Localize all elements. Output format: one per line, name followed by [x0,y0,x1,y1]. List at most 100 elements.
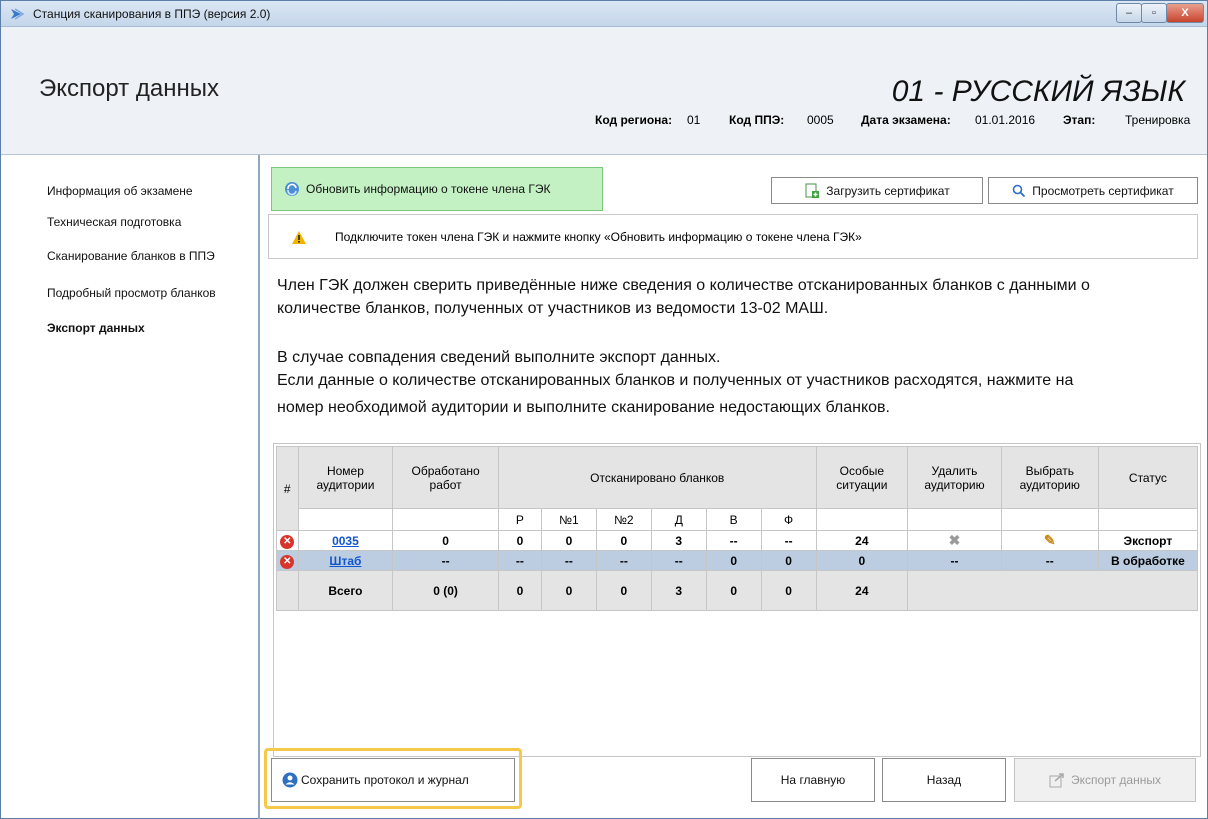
room-link[interactable]: Штаб [297,550,394,571]
sidebar-item-exam-info[interactable]: Информация об экзамене [47,184,193,198]
n2-cell: 0 [595,530,652,551]
col-processed-header: Обработано работ [392,446,499,509]
v-cell: 0 [705,550,762,571]
sub-header-n1: №1 [540,508,597,531]
back-button[interactable]: Назад [882,758,1006,802]
select-cell: -- [1000,550,1099,571]
sub-header-d: Д [650,508,707,531]
error-status-icon: ✕ [276,550,299,571]
date-label: Дата экзамена: [861,113,951,127]
col-status-header: Статус [1097,446,1199,509]
minimize-icon: – [1125,7,1133,19]
delete-cell: -- [907,550,1002,571]
total-special: 24 [815,570,909,611]
total-n2: 0 [595,570,652,611]
add-document-icon [805,183,820,198]
sub-header-v: В [705,508,762,531]
home-label: На главную [780,773,846,787]
f-cell: -- [760,530,817,551]
date-value: 01.01.2016 [975,113,1036,127]
maximize-icon: ▫ [1152,7,1156,19]
n2-cell: -- [595,550,652,571]
refresh-token-button[interactable]: Обновить информацию о токене члена ГЭК [271,167,603,211]
warning-icon [292,231,306,244]
sub-header-f: Ф [760,508,817,531]
refresh-icon [285,182,299,196]
sub-empty [815,508,909,531]
app-window: Станция сканирования в ППЭ (версия 2.0) … [0,0,1208,819]
instruction-line-1: Член ГЭК должен сверить приведённые ниже… [277,277,1090,294]
col-room-header: Номер аудитории [297,446,394,509]
save-protocol-label: Сохранить протокол и журнал [301,773,469,787]
page-title: Экспорт данных [39,75,219,102]
sub-empty [1097,508,1199,531]
header: Экспорт данных 01 - РУССКИЙ ЯЗЫК Код рег… [1,27,1207,155]
total-n1: 0 [540,570,597,611]
close-button[interactable]: X [1166,3,1204,23]
sidebar-item-export[interactable]: Экспорт данных [47,321,145,335]
sidebar-divider [258,155,260,819]
sub-header-r: Р [497,508,542,531]
status-cell: Экспорт [1097,530,1199,551]
sidebar-item-detailed-view[interactable]: Подробный просмотр бланков [47,286,216,300]
table-row: ✕ 0035 0 0 0 0 3 -- -- 24 ✖ ✎ Экспорт [276,530,1199,551]
processed-cell: 0 [392,530,499,551]
region-value: 01 [687,113,701,127]
export-icon [1049,773,1064,788]
total-r: 0 [497,570,542,611]
select-room-icon[interactable]: ✎ [1000,530,1099,551]
n1-cell: 0 [540,530,597,551]
status-cell: В обработке [1097,550,1199,571]
search-icon [1012,184,1026,197]
instruction-line-3: В случае совпадения сведений выполните э… [277,349,721,366]
instruction-line-4: Если данные о количестве отсканированных… [277,372,1074,389]
total-f: 0 [760,570,817,611]
view-certificate-label: Просмотреть сертификат [1032,183,1174,198]
window-title: Станция сканирования в ППЭ (версия 2.0) [33,7,271,21]
ppe-label: Код ППЭ: [729,113,785,127]
user-icon [282,772,298,788]
r-cell: -- [497,550,542,571]
room-link[interactable]: 0035 [297,530,394,551]
stage-value: Тренировка [1125,113,1191,127]
save-protocol-button[interactable]: Сохранить протокол и журнал [271,758,515,802]
ppe-value: 0005 [807,113,834,127]
v-cell: -- [705,530,762,551]
delete-room-icon[interactable]: ✖ [907,530,1002,551]
sidebar: Информация об экзамене Техническая подго… [1,155,258,819]
d-cell: 3 [650,530,707,551]
warning-box: Подключите токен члена ГЭК и нажмите кно… [268,214,1198,259]
special-cell: 0 [815,550,909,571]
error-status-icon: ✕ [276,530,299,551]
sidebar-item-tech-prep[interactable]: Техническая подготовка [47,215,181,229]
table-row: ✕ Штаб -- -- -- -- -- 0 0 0 -- -- В обра… [276,550,1199,571]
title-bar: Станция сканирования в ППЭ (версия 2.0) … [1,1,1207,27]
home-button[interactable]: На главную [751,758,875,802]
sidebar-item-scanning[interactable]: Сканирование бланков в ППЭ [47,249,215,263]
d-cell: -- [650,550,707,571]
total-label: Всего [297,570,394,611]
special-cell: 24 [815,530,909,551]
load-certificate-label: Загрузить сертификат [826,183,950,198]
maximize-button[interactable]: ▫ [1141,3,1167,23]
r-cell: 0 [497,530,542,551]
warning-text: Подключите токен члена ГЭК и нажмите кно… [335,230,862,244]
sub-empty [297,508,394,531]
col-delete-header: Удалить аудиторию [907,446,1002,509]
sub-header-n2: №2 [595,508,652,531]
sub-empty [392,508,499,531]
view-certificate-button[interactable]: Просмотреть сертификат [988,177,1198,204]
back-label: Назад [926,773,962,787]
results-table: # Номер аудитории Обработано работ Отска… [276,446,1199,611]
export-button[interactable]: Экспорт данных [1014,758,1196,802]
load-certificate-button[interactable]: Загрузить сертификат [771,177,983,204]
region-label: Код региона: [595,113,673,127]
col-scanned-header: Отсканировано бланков [497,446,817,509]
total-empty [276,570,299,611]
minimize-button[interactable]: – [1116,3,1142,23]
col-special-header: Особые ситуации [815,446,909,509]
processed-cell: -- [392,550,499,571]
sub-empty [907,508,1002,531]
total-row: Всего 0 (0) 0 0 0 3 0 0 24 [276,570,1198,611]
instruction-line-5: номер необходимой аудитории и выполните … [277,399,890,416]
